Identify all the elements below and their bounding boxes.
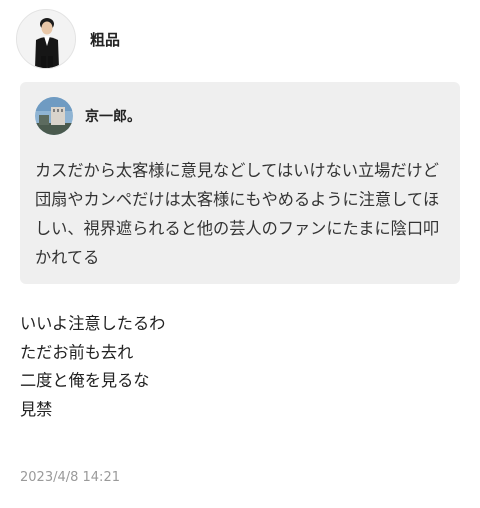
post-line: 二度と俺を見るな — [20, 371, 150, 390]
post-line: 見禁 — [20, 399, 53, 419]
author-avatar[interactable] — [16, 9, 76, 69]
post-line: いいよ注意したるわ — [20, 314, 166, 333]
quoted-author-name[interactable]: 京一郎。 — [85, 106, 141, 126]
post-header: 粗品 — [16, 9, 120, 69]
quoted-message-header: 京一郎。 — [35, 97, 141, 135]
quoted-message-text: カスだから太客様に意見などしてはいけない立場だけど団扇やカンペだけは太客様にもや… — [35, 161, 440, 267]
quoted-author-avatar[interactable] — [35, 97, 73, 135]
quoted-message-card[interactable]: 京一郎。 カスだから太客様に意見などしてはいけない立場だけど団扇やカンペだけは太… — [20, 82, 460, 284]
post-body: いいよ注意したるわ ただお前も去れ 二度と俺を見るな 見禁 — [20, 310, 460, 424]
post-timestamp: 2023/4/8 14:21 — [20, 470, 120, 485]
post-line: ただお前も去れ — [20, 342, 134, 362]
author-name[interactable]: 粗品 — [90, 29, 120, 50]
